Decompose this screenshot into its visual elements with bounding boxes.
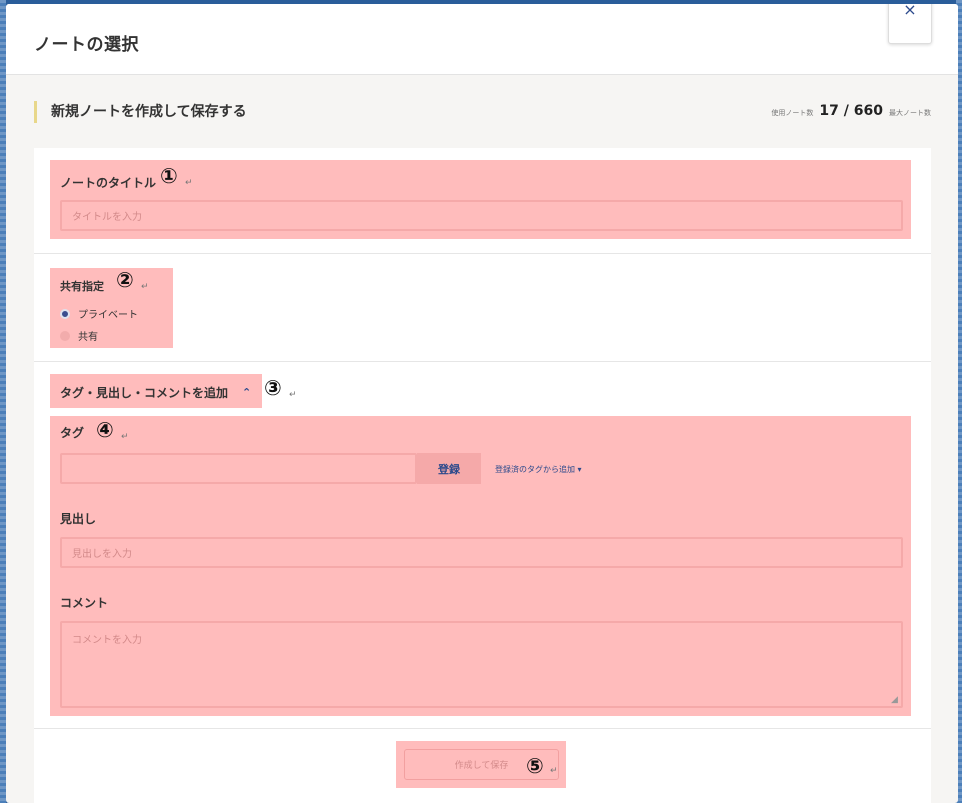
- resize-grip-icon[interactable]: ◢: [891, 695, 898, 705]
- marker-2: ②: [116, 268, 134, 292]
- comment-label: コメント: [60, 596, 109, 610]
- share-option-private[interactable]: プライベート: [60, 306, 138, 321]
- return-mark-1: ↵: [185, 178, 193, 188]
- max-notes-label: 最大ノート数: [889, 109, 931, 117]
- note-count-value: 17 / 660: [819, 103, 883, 119]
- tag-label: タグ: [60, 426, 85, 440]
- share-label: 共有指定: [60, 280, 104, 293]
- heading-label: 見出し: [60, 512, 97, 526]
- return-mark-3: ↵: [289, 390, 297, 400]
- comment-textarea[interactable]: コメントを入力: [60, 621, 903, 708]
- register-tag-button[interactable]: 登録: [417, 453, 481, 484]
- radio-selected-icon: [60, 308, 70, 319]
- heading-input[interactable]: 見出しを入力: [60, 537, 903, 568]
- return-mark-2: ↵: [141, 282, 149, 292]
- registered-tags-dropdown[interactable]: 登録済のタグから追加 ▾: [495, 464, 582, 475]
- tag-input[interactable]: [60, 453, 417, 484]
- divider: [34, 728, 931, 729]
- marker-5: ⑤: [526, 754, 544, 778]
- chevron-down-icon: ▾: [577, 465, 582, 474]
- share-option-shared[interactable]: 共有: [60, 328, 98, 343]
- used-notes-label: 使用ノート数: [771, 109, 814, 117]
- return-mark-5: ↵: [550, 766, 558, 776]
- close-button[interactable]: ×: [888, 4, 932, 44]
- chevron-up-icon: ⌃: [242, 386, 252, 399]
- marker-1: ①: [160, 164, 178, 188]
- extras-toggle-label: タグ・見出し・コメントを追加: [60, 386, 229, 400]
- share-option-label: プライベート: [78, 310, 138, 321]
- share-option-label: 共有: [78, 332, 98, 343]
- title-label: ノートのタイトル: [60, 176, 157, 190]
- note-count: 使用ノート数 17 / 660 最大ノート数: [771, 103, 931, 119]
- divider: [34, 253, 931, 254]
- form-card: ノートのタイトル ① ↵ タイトルを入力 共有指定 ② ↵ プライベート 共有 …: [34, 148, 931, 803]
- close-icon: ×: [903, 4, 917, 19]
- note-select-modal: ノートの選択 × 新規ノートを作成して保存する 使用ノート数 17 / 660 …: [6, 4, 958, 803]
- title-input[interactable]: タイトルを入力: [60, 200, 903, 231]
- section-heading: 新規ノートを作成して保存する: [34, 101, 247, 123]
- marker-4: ④: [96, 418, 114, 442]
- divider: [34, 361, 931, 362]
- marker-3: ③: [264, 376, 282, 400]
- return-mark-4: ↵: [121, 432, 129, 442]
- registered-tags-label: 登録済のタグから追加: [495, 465, 575, 474]
- extras-toggle[interactable]: タグ・見出し・コメントを追加 ⌃: [60, 384, 251, 401]
- modal-header: ノートの選択: [6, 4, 958, 75]
- radio-unselected-icon: [60, 330, 70, 341]
- modal-title: ノートの選択: [34, 35, 139, 55]
